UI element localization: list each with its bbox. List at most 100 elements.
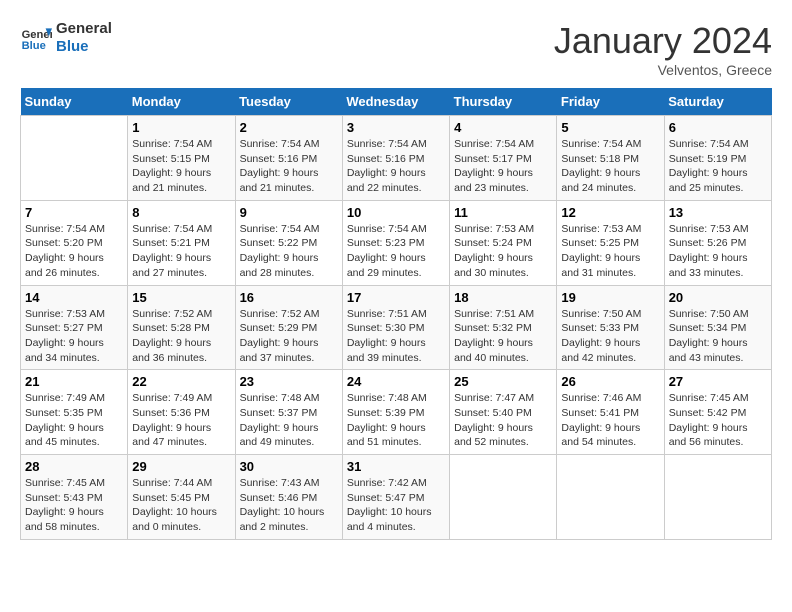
- calendar-cell: [557, 455, 664, 540]
- logo: General Blue General Blue: [20, 20, 112, 56]
- day-info: Sunrise: 7:42 AMSunset: 5:47 PMDaylight:…: [347, 476, 445, 535]
- calendar-cell: 23 Sunrise: 7:48 AMSunset: 5:37 PMDayligh…: [235, 370, 342, 455]
- calendar-cell: 22Sunrise: 7:49 AMSunset: 5:36 PMDayligh…: [128, 370, 235, 455]
- page-header: General Blue General Blue January 2024 V…: [20, 20, 772, 78]
- logo-text: General Blue: [56, 20, 112, 56]
- calendar-cell: 13Sunrise: 7:53 AMSunset: 5:26 PMDayligh…: [664, 200, 771, 285]
- day-info: Sunrise: 7:54 AMSunset: 5:16 PMDaylight:…: [240, 137, 338, 196]
- day-info: Sunrise: 7:47 AMSunset: 5:40 PMDaylight:…: [454, 391, 552, 450]
- logo-icon: General Blue: [20, 22, 52, 54]
- calendar-cell: 12 Sunrise: 7:53 AMSunset: 5:25 PMDayligh…: [557, 200, 664, 285]
- day-info: Sunrise: 7:54 AMSunset: 5:20 PMDaylight:…: [25, 222, 123, 281]
- day-info: Sunrise: 7:51 AMSunset: 5:32 PMDaylight:…: [454, 307, 552, 366]
- weekday-header: Wednesday: [342, 88, 449, 116]
- weekday-header: Thursday: [450, 88, 557, 116]
- calendar-cell: 8 Sunrise: 7:54 AMSunset: 5:21 PMDaylight…: [128, 200, 235, 285]
- day-info: Sunrise: 7:54 AMSunset: 5:22 PMDaylight:…: [240, 222, 338, 281]
- day-number: 16: [240, 290, 338, 305]
- calendar-cell: 15Sunrise: 7:52 AMSunset: 5:28 PMDayligh…: [128, 285, 235, 370]
- day-info: Sunrise: 7:53 AMSunset: 5:27 PMDaylight:…: [25, 307, 123, 366]
- day-info: Sunrise: 7:54 AMSunset: 5:23 PMDaylight:…: [347, 222, 445, 281]
- day-number: 9: [240, 205, 338, 220]
- day-number: 18: [454, 290, 552, 305]
- day-info: Sunrise: 7:53 AMSunset: 5:24 PMDaylight:…: [454, 222, 552, 281]
- day-info: Sunrise: 7:51 AMSunset: 5:30 PMDaylight:…: [347, 307, 445, 366]
- calendar-cell: 17 Sunrise: 7:51 AMSunset: 5:30 PMDayligh…: [342, 285, 449, 370]
- day-info: Sunrise: 7:44 AMSunset: 5:45 PMDaylight:…: [132, 476, 230, 535]
- calendar-cell: 24Sunrise: 7:48 AMSunset: 5:39 PMDayligh…: [342, 370, 449, 455]
- day-number: 11: [454, 205, 552, 220]
- day-number: 25: [454, 374, 552, 389]
- location: Velventos, Greece: [554, 62, 772, 78]
- day-number: 8: [132, 205, 230, 220]
- calendar-cell: 21Sunrise: 7:49 AMSunset: 5:35 PMDayligh…: [21, 370, 128, 455]
- day-number: 6: [669, 120, 767, 135]
- day-info: Sunrise: 7:53 AMSunset: 5:26 PMDaylight:…: [669, 222, 767, 281]
- day-info: Sunrise: 7:50 AMSunset: 5:33 PMDaylight:…: [561, 307, 659, 366]
- day-info: Sunrise: 7:48 AMSunset: 5:39 PMDaylight:…: [347, 391, 445, 450]
- day-info: Sunrise: 7:52 AMSunset: 5:29 PMDaylight:…: [240, 307, 338, 366]
- calendar-cell: 19 Sunrise: 7:50 AMSunset: 5:33 PMDayligh…: [557, 285, 664, 370]
- weekday-header: Tuesday: [235, 88, 342, 116]
- calendar-week-row: 14 Sunrise: 7:53 AMSunset: 5:27 PMDayligh…: [21, 285, 772, 370]
- day-info: Sunrise: 7:49 AMSunset: 5:36 PMDaylight:…: [132, 391, 230, 450]
- day-number: 21: [25, 374, 123, 389]
- day-number: 4: [454, 120, 552, 135]
- calendar-cell: 11 Sunrise: 7:53 AMSunset: 5:24 PMDayligh…: [450, 200, 557, 285]
- calendar-cell: 7 Sunrise: 7:54 AMSunset: 5:20 PMDaylight…: [21, 200, 128, 285]
- calendar-week-row: 28 Sunrise: 7:45 AMSunset: 5:43 PMDayligh…: [21, 455, 772, 540]
- calendar-cell: 18 Sunrise: 7:51 AMSunset: 5:32 PMDayligh…: [450, 285, 557, 370]
- day-info: Sunrise: 7:54 AMSunset: 5:15 PMDaylight:…: [132, 137, 230, 196]
- calendar-cell: 1 Sunrise: 7:54 AMSunset: 5:15 PMDaylight…: [128, 116, 235, 201]
- day-info: Sunrise: 7:54 AMSunset: 5:16 PMDaylight:…: [347, 137, 445, 196]
- day-number: 17: [347, 290, 445, 305]
- calendar-cell: 28 Sunrise: 7:45 AMSunset: 5:43 PMDayligh…: [21, 455, 128, 540]
- day-number: 10: [347, 205, 445, 220]
- day-info: Sunrise: 7:50 AMSunset: 5:34 PMDaylight:…: [669, 307, 767, 366]
- weekday-header: Monday: [128, 88, 235, 116]
- day-info: Sunrise: 7:45 AMSunset: 5:43 PMDaylight:…: [25, 476, 123, 535]
- day-number: 5: [561, 120, 659, 135]
- weekday-header: Sunday: [21, 88, 128, 116]
- calendar-cell: [450, 455, 557, 540]
- day-info: Sunrise: 7:53 AMSunset: 5:25 PMDaylight:…: [561, 222, 659, 281]
- day-number: 26: [561, 374, 659, 389]
- calendar-cell: 9 Sunrise: 7:54 AMSunset: 5:22 PMDaylight…: [235, 200, 342, 285]
- calendar-cell: [664, 455, 771, 540]
- calendar-week-row: 1 Sunrise: 7:54 AMSunset: 5:15 PMDaylight…: [21, 116, 772, 201]
- calendar-cell: 20 Sunrise: 7:50 AMSunset: 5:34 PMDayligh…: [664, 285, 771, 370]
- day-number: 20: [669, 290, 767, 305]
- day-info: Sunrise: 7:48 AMSunset: 5:37 PMDaylight:…: [240, 391, 338, 450]
- calendar-cell: 4 Sunrise: 7:54 AMSunset: 5:17 PMDaylight…: [450, 116, 557, 201]
- day-number: 14: [25, 290, 123, 305]
- day-info: Sunrise: 7:54 AMSunset: 5:17 PMDaylight:…: [454, 137, 552, 196]
- day-info: Sunrise: 7:54 AMSunset: 5:18 PMDaylight:…: [561, 137, 659, 196]
- calendar-cell: [21, 116, 128, 201]
- calendar-cell: 25 Sunrise: 7:47 AMSunset: 5:40 PMDayligh…: [450, 370, 557, 455]
- day-number: 27: [669, 374, 767, 389]
- calendar-table: SundayMondayTuesdayWednesdayThursdayFrid…: [20, 88, 772, 540]
- calendar-cell: 10 Sunrise: 7:54 AMSunset: 5:23 PMDayligh…: [342, 200, 449, 285]
- day-info: Sunrise: 7:54 AMSunset: 5:19 PMDaylight:…: [669, 137, 767, 196]
- day-info: Sunrise: 7:54 AMSunset: 5:21 PMDaylight:…: [132, 222, 230, 281]
- day-info: Sunrise: 7:45 AMSunset: 5:42 PMDaylight:…: [669, 391, 767, 450]
- calendar-cell: 27 Sunrise: 7:45 AMSunset: 5:42 PMDayligh…: [664, 370, 771, 455]
- calendar-cell: 16 Sunrise: 7:52 AMSunset: 5:29 PMDayligh…: [235, 285, 342, 370]
- day-number: 19: [561, 290, 659, 305]
- day-number: 29: [132, 459, 230, 474]
- calendar-cell: 14 Sunrise: 7:53 AMSunset: 5:27 PMDayligh…: [21, 285, 128, 370]
- day-number: 3: [347, 120, 445, 135]
- day-number: 28: [25, 459, 123, 474]
- svg-text:Blue: Blue: [22, 40, 46, 52]
- calendar-week-row: 21Sunrise: 7:49 AMSunset: 5:35 PMDayligh…: [21, 370, 772, 455]
- calendar-cell: 3 Sunrise: 7:54 AMSunset: 5:16 PMDaylight…: [342, 116, 449, 201]
- calendar-cell: 26Sunrise: 7:46 AMSunset: 5:41 PMDayligh…: [557, 370, 664, 455]
- month-title: January 2024: [554, 20, 772, 62]
- day-number: 12: [561, 205, 659, 220]
- calendar-cell: 6 Sunrise: 7:54 AMSunset: 5:19 PMDaylight…: [664, 116, 771, 201]
- day-number: 7: [25, 205, 123, 220]
- day-number: 1: [132, 120, 230, 135]
- day-number: 23: [240, 374, 338, 389]
- calendar-cell: 31Sunrise: 7:42 AMSunset: 5:47 PMDayligh…: [342, 455, 449, 540]
- day-number: 2: [240, 120, 338, 135]
